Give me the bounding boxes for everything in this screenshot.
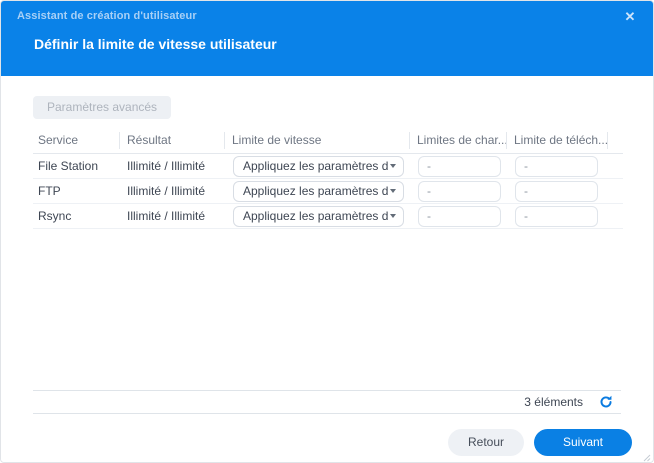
speed-limit-dropdown-value: Appliquez les paramètres de g... (243, 209, 388, 223)
column-header-filler (608, 132, 623, 149)
table-row[interactable]: File Station Illimité / Illimité Appliqu… (33, 154, 623, 179)
table-row[interactable]: FTP Illimité / Illimité Appliquez les pa… (33, 179, 623, 204)
chevron-down-icon (390, 164, 396, 168)
dialog-footer: Retour Suivant (1, 422, 653, 462)
close-icon[interactable]: ✕ (621, 8, 639, 26)
refresh-icon[interactable] (599, 395, 613, 409)
result-value: Illimité / Illimité (127, 209, 206, 223)
item-count: 3 éléments (524, 395, 583, 409)
column-header-service[interactable]: Service (33, 131, 120, 149)
back-button[interactable]: Retour (448, 428, 524, 456)
column-header-speed-limit[interactable]: Limite de vitesse (225, 131, 410, 149)
speed-limit-dropdown-value: Appliquez les paramètres de g... (243, 184, 388, 198)
download-limit-input[interactable] (515, 205, 598, 227)
next-button[interactable]: Suivant (534, 428, 632, 456)
result-value: Illimité / Illimité (127, 184, 206, 198)
download-limit-input[interactable] (515, 180, 598, 202)
titlebar: Assistant de création d'utilisateur (1, 1, 653, 31)
chevron-down-icon (390, 189, 396, 193)
column-header-download-limit[interactable]: Limite de téléch... (507, 131, 608, 149)
chevron-down-icon (390, 214, 396, 218)
advanced-settings-button[interactable]: Paramètres avancés (33, 96, 172, 119)
window-title: Assistant de création d'utilisateur (17, 10, 197, 22)
user-creation-wizard-dialog: Assistant de création d'utilisateur ✕ Dé… (0, 0, 654, 463)
dialog-header: Assistant de création d'utilisateur ✕ Dé… (1, 1, 653, 76)
speed-limit-dropdown[interactable]: Appliquez les paramètres de g... (233, 205, 404, 227)
upload-limit-input[interactable] (418, 205, 501, 227)
service-name: File Station (38, 159, 99, 173)
result-value: Illimité / Illimité (127, 159, 206, 173)
column-header-upload-limit[interactable]: Limites de char... (410, 131, 507, 149)
table-header-row: Service Résultat Limite de vitesse Limit… (33, 127, 623, 154)
column-header-result[interactable]: Résultat (120, 131, 225, 149)
upload-limit-input[interactable] (418, 155, 501, 177)
page-title: Définir la limite de vitesse utilisateur (34, 36, 277, 52)
speed-limit-table: Service Résultat Limite de vitesse Limit… (33, 127, 623, 229)
table-footer-bar: 3 éléments (33, 390, 621, 414)
table-row[interactable]: Rsync Illimité / Illimité Appliquez les … (33, 204, 623, 229)
service-name: Rsync (38, 209, 72, 223)
speed-limit-dropdown[interactable]: Appliquez les paramètres de g... (233, 180, 404, 202)
upload-limit-input[interactable] (418, 180, 501, 202)
download-limit-input[interactable] (515, 155, 598, 177)
service-name: FTP (38, 184, 61, 198)
resize-grip-icon[interactable] (642, 451, 651, 462)
speed-limit-dropdown[interactable]: Appliquez les paramètres de g... (233, 155, 404, 177)
speed-limit-dropdown-value: Appliquez les paramètres de g... (243, 159, 388, 173)
